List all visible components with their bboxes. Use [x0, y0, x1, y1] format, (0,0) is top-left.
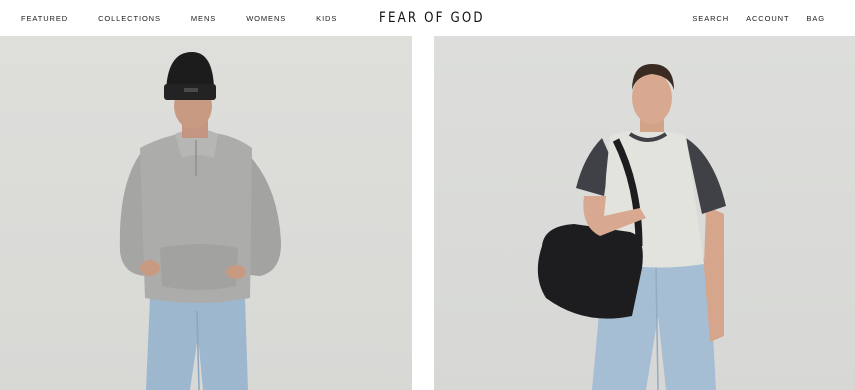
nav-bag[interactable]: BAG	[806, 14, 825, 23]
nav-womens[interactable]: WOMENS	[246, 14, 286, 23]
nav-account[interactable]: ACCOUNT	[746, 14, 789, 23]
brand-logo[interactable]: FEAR OF GOD	[379, 9, 485, 27]
hero-image-right[interactable]	[434, 36, 855, 390]
utility-nav: SEARCH ACCOUNT BAG	[675, 0, 825, 36]
model-grey-hoodie-illustration	[119, 52, 282, 390]
model-raglan-tee-illustration	[537, 64, 726, 390]
nav-collections[interactable]: COLLECTIONS	[98, 14, 161, 23]
primary-nav: FEATURED COLLECTIONS MENS WOMENS KIDS	[21, 0, 367, 36]
nav-search[interactable]: SEARCH	[692, 14, 729, 23]
nav-mens[interactable]: MENS	[191, 14, 216, 23]
nav-featured[interactable]: FEATURED	[21, 14, 68, 23]
hero-image-left[interactable]	[0, 36, 412, 390]
site-header: FEATURED COLLECTIONS MENS WOMENS KIDS FE…	[0, 0, 855, 36]
nav-kids[interactable]: KIDS	[316, 14, 337, 23]
